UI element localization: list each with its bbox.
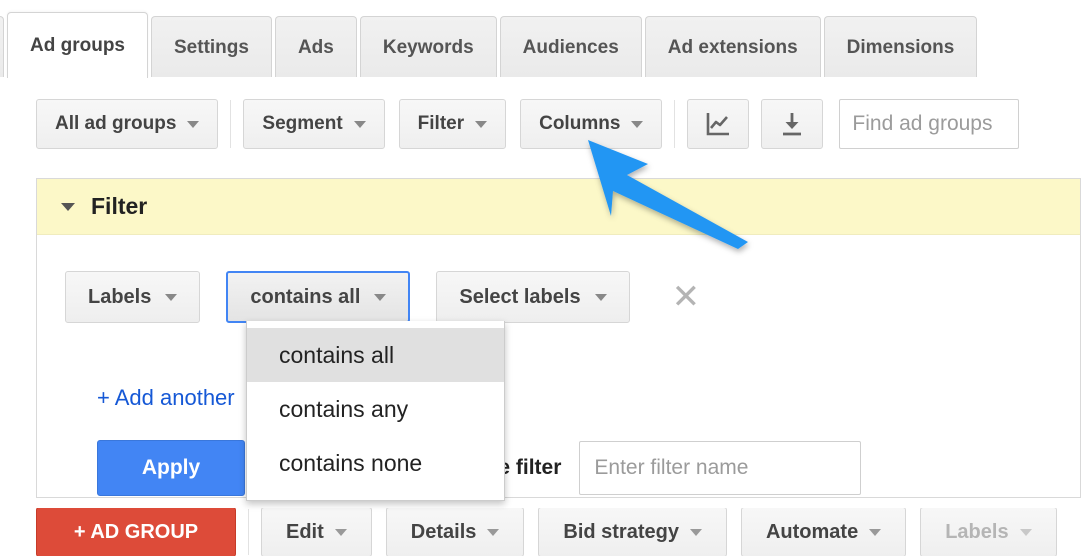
segment-label: Segment bbox=[262, 113, 343, 134]
automate-label: Automate bbox=[765, 520, 859, 543]
filter-criteria-row: Labels contains all Select labels ✕ bbox=[65, 271, 700, 323]
download-button[interactable] bbox=[761, 99, 824, 149]
filter-panel-body: Labels contains all Select labels ✕ + Ad… bbox=[37, 235, 1080, 498]
chevron-down-icon bbox=[1019, 528, 1032, 536]
controls-toolbar: All ad groups Segment Filter Columns bbox=[0, 78, 1092, 170]
tab-dimensions[interactable]: Dimensions bbox=[823, 16, 978, 78]
details-dropdown[interactable]: Details bbox=[385, 508, 525, 556]
edit-label: Edit bbox=[286, 520, 324, 543]
tab-bar: Ad groups Settings Ads Keywords Audience… bbox=[0, 0, 1092, 79]
line-chart-icon bbox=[707, 113, 730, 136]
filter-name-input[interactable] bbox=[579, 441, 862, 495]
all-ad-groups-label: All ad groups bbox=[55, 113, 177, 134]
download-icon bbox=[783, 113, 802, 136]
chevron-down-icon bbox=[869, 528, 882, 536]
filter-criterion-dropdown[interactable]: Labels bbox=[65, 271, 201, 323]
tab-label: Settings bbox=[174, 36, 249, 58]
menu-item-contains-any[interactable]: contains any bbox=[247, 382, 504, 436]
chevron-down-icon bbox=[353, 120, 366, 128]
triangle-down-icon bbox=[61, 202, 75, 211]
chevron-down-icon bbox=[165, 293, 178, 301]
chevron-down-icon bbox=[594, 293, 607, 301]
chevron-down-icon bbox=[374, 293, 387, 301]
toolbar-divider bbox=[230, 100, 232, 148]
filter-panel: Filter Labels contains all Select labels bbox=[36, 178, 1081, 498]
filter-panel-title: Filter bbox=[91, 193, 148, 219]
tab-audiences[interactable]: Audiences bbox=[499, 16, 642, 78]
apply-label: Apply bbox=[141, 456, 201, 479]
tab-label: Dimensions bbox=[846, 36, 955, 58]
tab-overflow-left[interactable] bbox=[0, 16, 4, 78]
columns-label: Columns bbox=[539, 113, 621, 134]
chart-toggle-button[interactable] bbox=[687, 99, 750, 149]
operator-dropdown-menu: contains all contains any contains none bbox=[246, 321, 505, 501]
find-ad-groups-input[interactable] bbox=[839, 99, 1020, 149]
filter-dropdown[interactable]: Filter bbox=[398, 99, 507, 149]
tab-label: Ads bbox=[297, 36, 334, 58]
filter-criterion-label: Labels bbox=[88, 285, 152, 308]
filter-panel-header[interactable]: Filter bbox=[37, 179, 1080, 235]
add-ad-group-button[interactable]: + AD GROUP bbox=[36, 508, 236, 556]
bid-strategy-label: Bid strategy bbox=[563, 520, 679, 543]
filter-value-dropdown[interactable]: Select labels bbox=[436, 271, 630, 323]
bottom-bar-divider bbox=[248, 509, 249, 555]
menu-item-label: contains none bbox=[279, 449, 423, 476]
chevron-down-icon bbox=[475, 120, 488, 128]
all-ad-groups-dropdown[interactable]: All ad groups bbox=[36, 99, 219, 149]
chevron-down-icon bbox=[187, 120, 200, 128]
filter-label: Filter bbox=[417, 113, 465, 134]
tab-label: Ad groups bbox=[30, 34, 125, 56]
tab-ad-groups[interactable]: Ad groups bbox=[7, 12, 148, 79]
bottom-action-bar: + AD GROUP Edit Details Bid strategy Aut… bbox=[0, 508, 1092, 556]
tab-ads[interactable]: Ads bbox=[274, 16, 357, 78]
edit-dropdown[interactable]: Edit bbox=[261, 508, 372, 556]
filter-operator-label: contains all bbox=[250, 285, 361, 308]
details-label: Details bbox=[410, 520, 477, 543]
chevron-down-icon bbox=[631, 120, 644, 128]
tab-settings[interactable]: Settings bbox=[151, 16, 272, 78]
tab-label: Keywords bbox=[382, 36, 474, 58]
toolbar-divider bbox=[674, 100, 676, 148]
segment-dropdown[interactable]: Segment bbox=[243, 99, 385, 149]
menu-item-label: contains any bbox=[279, 395, 409, 422]
menu-item-contains-all[interactable]: contains all bbox=[247, 328, 504, 382]
labels-label: Labels bbox=[945, 520, 1009, 543]
menu-item-contains-none[interactable]: contains none bbox=[247, 436, 504, 490]
filter-value-label: Select labels bbox=[459, 285, 581, 308]
tab-label: Audiences bbox=[522, 36, 619, 58]
automate-dropdown[interactable]: Automate bbox=[740, 508, 907, 556]
chevron-down-icon bbox=[334, 528, 347, 536]
columns-dropdown[interactable]: Columns bbox=[520, 99, 663, 149]
chevron-down-icon bbox=[487, 528, 500, 536]
add-ad-group-label: + AD GROUP bbox=[73, 520, 199, 543]
filter-operator-dropdown[interactable]: contains all bbox=[226, 271, 411, 323]
adwords-screen: Ad groups Settings Ads Keywords Audience… bbox=[0, 0, 1092, 556]
add-another-filter-link[interactable]: + Add another bbox=[97, 385, 235, 411]
labels-dropdown[interactable]: Labels bbox=[920, 508, 1057, 556]
remove-filter-row-icon[interactable]: ✕ bbox=[672, 280, 701, 314]
bid-strategy-dropdown[interactable]: Bid strategy bbox=[538, 508, 727, 556]
tab-list: Ad groups Settings Ads Keywords Audience… bbox=[0, 12, 980, 79]
tab-ad-extensions[interactable]: Ad extensions bbox=[644, 16, 821, 78]
apply-button[interactable]: Apply bbox=[97, 440, 245, 496]
menu-item-label: contains all bbox=[279, 341, 395, 368]
tab-keywords[interactable]: Keywords bbox=[359, 16, 497, 78]
chevron-down-icon bbox=[689, 528, 702, 536]
tab-label: Ad extensions bbox=[667, 36, 798, 58]
